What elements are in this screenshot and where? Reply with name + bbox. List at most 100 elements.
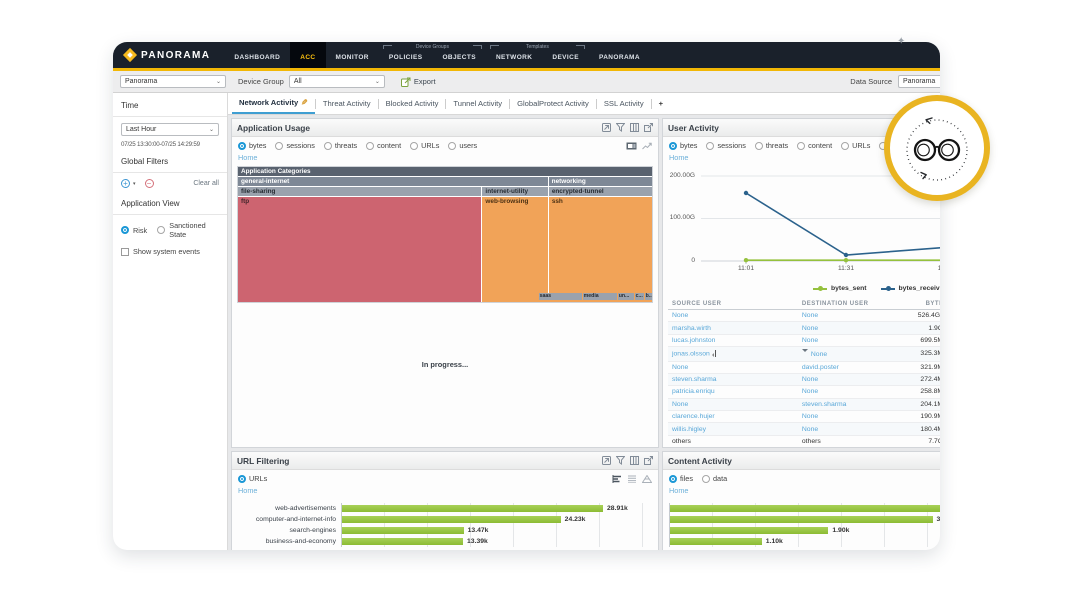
time-range-select[interactable]: Last Hour ⌄	[121, 123, 219, 136]
legend-bytes-received[interactable]: bytes_received	[881, 285, 940, 292]
chevron-down-icon: ⌄	[210, 78, 221, 85]
context-select[interactable]: Panorama ⌄	[120, 75, 226, 88]
treemap-node-internet-utility[interactable]: internet-utility	[482, 187, 547, 196]
filter-users[interactable]: users	[448, 141, 477, 150]
maximize-icon[interactable]	[602, 456, 611, 465]
filter-sessions[interactable]: sessions	[706, 141, 745, 150]
filter-urls[interactable]: URLs	[410, 141, 439, 150]
bar[interactable]	[342, 527, 464, 534]
filter-bytes[interactable]: bytes	[238, 141, 266, 150]
treemap-leaf-small-2[interactable]: c...	[635, 293, 644, 302]
filter-threats[interactable]: threats	[324, 141, 357, 150]
table-row[interactable]: Nonesteven.sharma204.1M2	[668, 398, 940, 410]
table-row[interactable]: willis.higleyNone180.4M1	[668, 423, 940, 435]
bar-row	[669, 503, 940, 514]
nav-monitor[interactable]: MONITOR	[326, 42, 379, 68]
tab-network-activity[interactable]: Network Activity ✎	[232, 93, 315, 114]
add-tab-button[interactable]: +	[652, 93, 670, 114]
table-icon[interactable]	[630, 456, 639, 465]
treemap-node-general-internet[interactable]: general-internet	[238, 177, 548, 186]
treemap-root-label[interactable]: Application Categories	[238, 167, 652, 176]
tab-threat-activity[interactable]: Threat Activity	[316, 93, 378, 114]
pyramid-view-icon[interactable]	[642, 475, 652, 483]
table-row[interactable]: steven.sharmaNone272.4M1	[668, 373, 940, 385]
treemap-node-networking[interactable]: networking	[549, 177, 652, 186]
data-source-select[interactable]: Panorama	[898, 75, 940, 88]
jump-to-logs-icon[interactable]	[644, 123, 653, 132]
filter-threats[interactable]: threats	[755, 141, 788, 150]
treemap-node-encrypted-tunnel[interactable]: encrypted-tunnel	[549, 187, 652, 196]
jump-to-logs-icon[interactable]	[644, 456, 653, 465]
filter-urls[interactable]: URLs	[238, 474, 267, 483]
filter-content[interactable]: content	[797, 141, 832, 150]
nav-dashboard[interactable]: DASHBOARD	[224, 42, 290, 68]
col-destination-user[interactable]: DESTINATION USER	[798, 299, 895, 310]
panorama-logo: PANORAMA	[113, 42, 224, 68]
tab-ssl-activity[interactable]: SSL Activity	[597, 93, 651, 114]
filter-icon[interactable]	[616, 123, 625, 132]
treemap-leaf-small-3[interactable]: b...	[645, 293, 652, 302]
bar[interactable]	[670, 505, 940, 512]
bar-track: 1.10k	[669, 536, 940, 547]
table-row[interactable]: jonas.olssonNone325.3M2	[668, 347, 940, 361]
bar[interactable]	[670, 516, 933, 523]
col-bytes[interactable]: BYTES	[895, 299, 940, 310]
bar[interactable]	[342, 505, 603, 512]
maximize-icon[interactable]	[602, 123, 611, 132]
nav-acc[interactable]: ACC	[290, 42, 325, 68]
tab-tunnel-activity[interactable]: Tunnel Activity	[446, 93, 509, 114]
treemap-leaf-ssh[interactable]: ssh	[549, 197, 652, 302]
list-view-icon[interactable]	[627, 475, 637, 483]
table-row[interactable]: patricia.enriquNone258.8M2	[668, 386, 940, 398]
pencil-icon[interactable]: ✎	[301, 98, 308, 107]
treemap-leaf-media[interactable]: media	[583, 293, 617, 302]
filter-content[interactable]: content	[366, 141, 401, 150]
table-row[interactable]: NoneNone526.4G150	[668, 310, 940, 322]
treemap-leaf-ftp[interactable]: ftp	[238, 197, 481, 302]
filter-bytes[interactable]: bytes	[669, 141, 697, 150]
bar[interactable]	[342, 516, 561, 523]
tab-blocked-activity[interactable]: Blocked Activity	[379, 93, 446, 114]
col-source-user[interactable]: SOURCE USER	[668, 299, 798, 310]
filter-files[interactable]: files	[669, 474, 693, 483]
clear-all-link[interactable]: Clear all	[193, 180, 219, 187]
device-group-select[interactable]: All ⌄	[289, 75, 385, 88]
risk-option[interactable]: Risk	[121, 221, 147, 239]
bar-chart-view-icon[interactable]	[612, 475, 622, 483]
radio-icon	[841, 142, 849, 150]
table-icon[interactable]	[630, 123, 639, 132]
bar[interactable]	[670, 527, 828, 534]
bar[interactable]	[342, 538, 463, 545]
table-row[interactable]: marsha.wirthNone1.9G2	[668, 322, 940, 334]
breadcrumb-home-link[interactable]: Home	[232, 486, 658, 498]
treemap-level2: file-sharing internet-utility encrypted-…	[238, 187, 652, 196]
chevron-down-icon[interactable]	[802, 349, 808, 355]
treemap-leaf-web-browsing[interactable]: web-browsing	[482, 197, 547, 302]
filter-data[interactable]: data	[702, 474, 727, 483]
application-view-label: Application View	[121, 199, 219, 208]
add-filter-button[interactable]: +	[121, 179, 130, 188]
trend-view-icon[interactable]	[642, 142, 652, 150]
filter-icon[interactable]	[616, 456, 625, 465]
table-row[interactable]: clarence.hujerNone190.9M1	[668, 411, 940, 423]
tab-globalprotect-activity[interactable]: GlobalProtect Activity	[510, 93, 596, 114]
sanctioned-state-option[interactable]: Sanctioned State	[157, 221, 219, 239]
chevron-down-icon[interactable]: ▾	[133, 181, 136, 187]
treemap-leaf-saas[interactable]: saas	[539, 293, 582, 302]
treemap-view-icon[interactable]	[626, 142, 637, 150]
show-system-events-option[interactable]: Show system events	[121, 247, 219, 256]
filter-sessions[interactable]: sessions	[275, 141, 314, 150]
nav-panorama[interactable]: PANORAMA	[589, 42, 650, 68]
treemap-node-file-sharing[interactable]: file-sharing	[238, 187, 481, 196]
treemap-leaf-small-1[interactable]: un...	[618, 293, 634, 302]
breadcrumb-home-link[interactable]: Home	[232, 153, 658, 165]
filter-urls[interactable]: URLs	[841, 141, 870, 150]
table-row[interactable]: lucas.johnstonNone699.5M2	[668, 334, 940, 346]
legend-bytes-sent[interactable]: bytes_sent	[813, 285, 867, 292]
table-row[interactable]: othersothers7.7G44	[668, 435, 940, 447]
table-row[interactable]: Nonedavid.poster321.9M11	[668, 361, 940, 373]
remove-filter-button[interactable]: −	[145, 179, 154, 188]
export-button[interactable]: Export	[401, 77, 436, 87]
breadcrumb-home-link[interactable]: Home	[663, 486, 940, 498]
bar[interactable]	[670, 538, 762, 545]
